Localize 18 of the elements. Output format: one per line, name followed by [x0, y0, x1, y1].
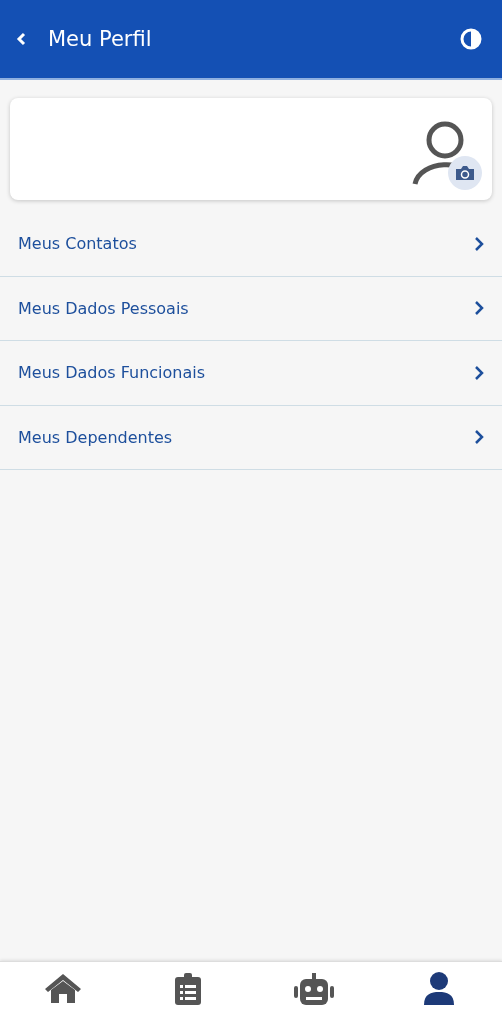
- user-icon: [423, 972, 456, 1006]
- chevron-right-icon: [474, 365, 484, 380]
- half-circle-icon: [460, 28, 482, 50]
- menu-item[interactable]: Meus Dados Funcionais: [0, 341, 502, 406]
- camera-icon: [455, 165, 475, 181]
- menu-item[interactable]: Meus Dependentes: [0, 405, 502, 470]
- robot-icon: [292, 972, 335, 1006]
- menu-item[interactable]: Meus Contatos: [0, 212, 502, 277]
- chevron-right-icon: [474, 236, 484, 251]
- menu-item[interactable]: Meus Dados Pessoais: [0, 276, 502, 341]
- house-icon: [43, 972, 82, 1004]
- contrast-button[interactable]: [458, 26, 484, 52]
- chevron-right-icon: [474, 301, 484, 316]
- camera-button[interactable]: [448, 156, 482, 190]
- chevron-right-icon: [474, 430, 484, 445]
- chevron-left-icon: [16, 32, 28, 46]
- page-title: Meu Perfil: [48, 27, 152, 51]
- clipboard-list-icon: [174, 972, 203, 1006]
